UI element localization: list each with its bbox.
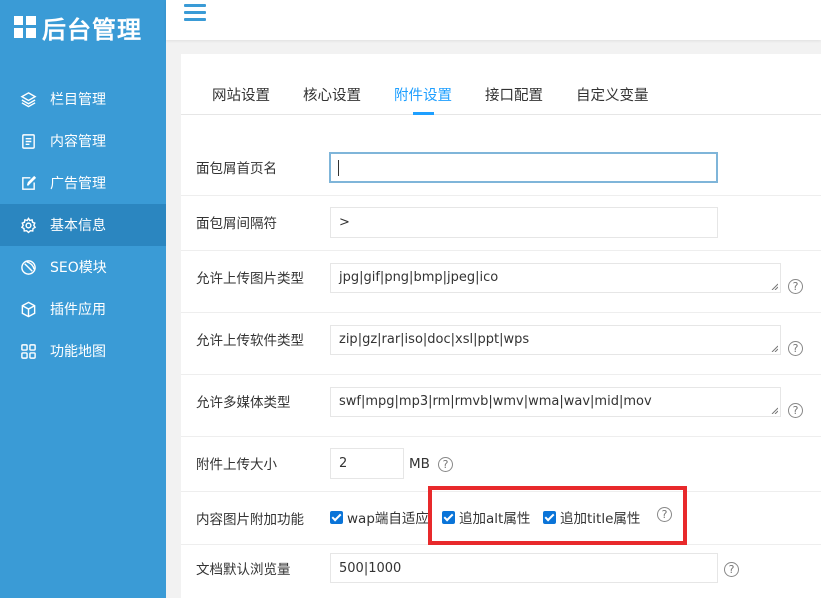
logo-text: 后台管理 (42, 15, 142, 44)
top-bar (166, 0, 821, 40)
sidebar-item-column[interactable]: 栏目管理 (0, 78, 166, 120)
software-types-textarea[interactable]: zip|gz|rar|iso|doc|xsl|ppt|wps (330, 325, 781, 355)
logo-icon (14, 16, 36, 38)
sidebar-item-label: 基本信息 (50, 218, 106, 234)
default-views-input[interactable]: 500|1000 (330, 553, 718, 583)
upload-size-input[interactable]: 2 (330, 448, 404, 479)
breadcrumb-separator-input[interactable]: > (330, 207, 718, 238)
sidebar-item-plugins[interactable]: 插件应用 (0, 288, 166, 330)
tab-bar: 网站设置 核心设置 附件设置 接口配置 自定义变量 (181, 54, 821, 115)
breadcrumb-home-input[interactable] (329, 152, 718, 183)
checkbox-checked-icon (330, 510, 343, 524)
seo-icon (20, 259, 37, 276)
sidebar-item-label: SEO模块 (50, 260, 107, 276)
tab-attachment-settings[interactable]: 附件设置 (394, 84, 452, 105)
field-label: 文档默认浏览量 (196, 562, 291, 578)
sidebar-nav: 栏目管理 内容管理 广告管理 基本信息 SEO模块 插件应用 功能地图 (0, 78, 166, 372)
field-label: 面包屑间隔符 (196, 216, 277, 232)
form-row-upload-size: 附件上传大小 2 MB ? (181, 437, 821, 492)
form-row-image-types: 允许上传图片类型 jpg|gif|png|bmp|jpeg|ico ? (181, 251, 821, 313)
help-icon[interactable]: ? (788, 279, 803, 294)
input-value: jpg|gif|png|bmp|jpeg|ico (339, 270, 499, 285)
help-icon[interactable]: ? (438, 457, 453, 472)
resize-handle-icon[interactable] (771, 283, 778, 290)
input-value: > (339, 215, 350, 230)
gear-icon (20, 216, 37, 234)
field-label: 允许上传图片类型 (196, 271, 304, 287)
form-row-default-views: 文档默认浏览量 500|1000 ? (181, 545, 821, 598)
resize-handle-icon[interactable] (771, 345, 778, 352)
help-icon[interactable]: ? (788, 341, 803, 356)
sidebar-item-label: 广告管理 (50, 176, 106, 192)
help-icon[interactable]: ? (788, 403, 803, 418)
sidebar-item-content[interactable]: 内容管理 (0, 120, 166, 162)
field-label: 内容图片附加功能 (196, 512, 304, 528)
help-icon[interactable]: ? (724, 562, 739, 577)
sidebar-item-feature-map[interactable]: 功能地图 (0, 330, 166, 372)
tab-site-settings[interactable]: 网站设置 (212, 84, 270, 105)
input-value: zip|gz|rar|iso|doc|xsl|ppt|wps (339, 332, 530, 347)
input-value: swf|mpg|mp3|rm|rmvb|wmv|wma|wav|mid|mov (339, 394, 652, 409)
form-row-breadcrumb-home: 面包屑首页名 (181, 140, 821, 196)
image-types-textarea[interactable]: jpg|gif|png|bmp|jpeg|ico (330, 263, 781, 293)
checkbox-label: wap端自适应 (347, 511, 429, 527)
resize-handle-icon[interactable] (771, 407, 778, 414)
tab-core-settings[interactable]: 核心设置 (303, 84, 361, 105)
cube-icon (20, 301, 37, 318)
sidebar-item-label: 插件应用 (50, 302, 106, 318)
wap-adapt-checkbox[interactable]: wap端自适应 (330, 507, 429, 527)
media-types-textarea[interactable]: swf|mpg|mp3|rm|rmvb|wmv|wma|wav|mid|mov (330, 387, 781, 417)
text-cursor (338, 159, 339, 176)
field-label: 允许上传软件类型 (196, 333, 304, 349)
sidebar-item-basic-info[interactable]: 基本信息 (0, 204, 166, 246)
sidebar-item-seo[interactable]: SEO模块 (0, 246, 166, 288)
tab-interface-config[interactable]: 接口配置 (485, 84, 543, 105)
highlight-annotation-box (428, 486, 687, 545)
active-tab-indicator (413, 112, 434, 115)
layers-icon (20, 91, 37, 108)
form-row-software-types: 允许上传软件类型 zip|gz|rar|iso|doc|xsl|ppt|wps … (181, 313, 821, 375)
sidebar-item-label: 功能地图 (50, 344, 106, 360)
field-label: 允许多媒体类型 (196, 395, 291, 411)
edit-icon (20, 175, 37, 192)
document-icon (20, 133, 37, 150)
logo[interactable]: 后台管理 (14, 10, 142, 44)
grid-icon (20, 343, 37, 360)
sidebar: 后台管理 栏目管理 内容管理 广告管理 基本信息 SEO模块 插件应用 功能地图 (0, 0, 166, 598)
form-row-breadcrumb-separator: 面包屑间隔符 > (181, 196, 821, 251)
unit-label: MB (409, 456, 430, 472)
input-value: 2 (339, 456, 348, 471)
form-row-media-types: 允许多媒体类型 swf|mpg|mp3|rm|rmvb|wmv|wma|wav|… (181, 375, 821, 437)
sidebar-item-label: 栏目管理 (50, 92, 106, 108)
sidebar-item-ads[interactable]: 广告管理 (0, 162, 166, 204)
tab-custom-variables[interactable]: 自定义变量 (576, 84, 649, 105)
field-label: 附件上传大小 (196, 457, 277, 473)
input-value: 500|1000 (339, 560, 402, 576)
sidebar-item-label: 内容管理 (50, 134, 106, 150)
field-label: 面包屑首页名 (196, 161, 277, 177)
menu-icon[interactable] (184, 4, 206, 22)
